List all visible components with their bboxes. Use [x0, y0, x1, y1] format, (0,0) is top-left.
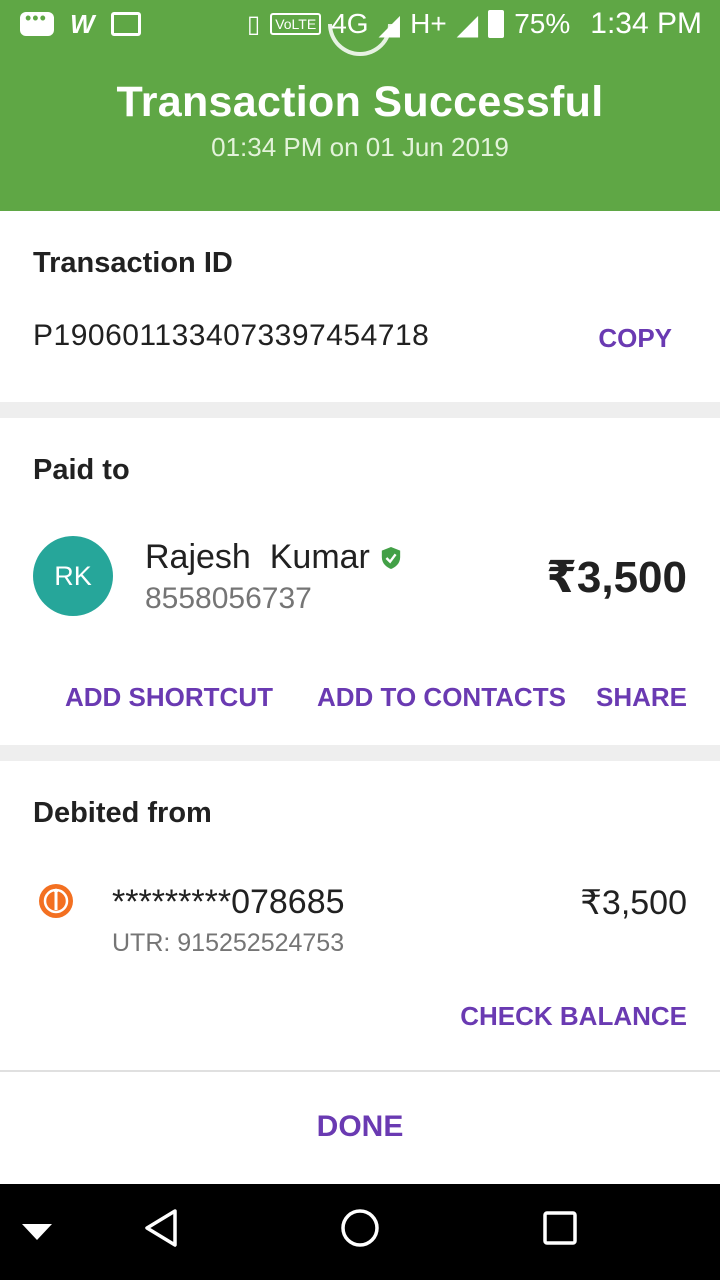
account-number: *********078685	[112, 883, 345, 921]
recents-icon[interactable]	[542, 1208, 578, 1248]
copy-button[interactable]: COPY	[598, 323, 672, 354]
vibrate-icon: ▯	[246, 10, 261, 38]
success-header: Transaction Successful 01:34 PM on 01 Ju…	[0, 24, 720, 211]
add-to-contacts-button[interactable]: ADD TO CONTACTS	[317, 682, 566, 713]
transaction-id-label: Transaction ID	[33, 247, 233, 279]
chevron-down-icon[interactable]	[22, 1224, 52, 1240]
debited-from-section: Debited from *********078685 UTR: 915252…	[0, 761, 720, 1070]
debited-amount: ₹3,500	[580, 884, 687, 922]
check-balance-button[interactable]: CHECK BALANCE	[460, 1001, 687, 1032]
transaction-timestamp: 01:34 PM on 01 Jun 2019	[211, 132, 509, 162]
back-icon[interactable]	[143, 1208, 179, 1248]
clock: 1:34 PM	[590, 7, 702, 40]
wallet-icon: W	[70, 8, 95, 39]
paid-to-label: Paid to	[33, 454, 130, 486]
signal-icon-2: ◢	[456, 8, 479, 40]
payee-name-row: Rajesh Kumar	[145, 538, 402, 577]
navigation-bar	[0, 1184, 720, 1280]
divider	[0, 745, 720, 761]
battery-percent: 75%	[514, 8, 571, 39]
debited-from-label: Debited from	[33, 797, 212, 829]
home-icon[interactable]	[340, 1208, 380, 1248]
success-check-icon	[328, 24, 392, 56]
verified-icon	[381, 546, 401, 569]
avatar: RK	[33, 536, 113, 616]
chat-icon	[20, 8, 54, 36]
battery-icon	[488, 10, 505, 38]
bank-logo-icon	[39, 884, 73, 918]
utr-number: UTR: 915252524753	[112, 929, 345, 957]
share-button[interactable]: SHARE	[596, 682, 687, 713]
transaction-id-value: P1906011334073397454718	[33, 319, 430, 352]
payee-name: Rajesh Kumar	[145, 538, 370, 576]
signal-h-label: H+	[410, 8, 447, 39]
add-shortcut-button[interactable]: ADD SHORTCUT	[65, 682, 273, 713]
paid-amount: ₹3,500	[546, 553, 687, 602]
transaction-id-section: Transaction ID P1906011334073397454718 C…	[0, 211, 720, 402]
done-button[interactable]: DONE	[0, 1110, 720, 1144]
page-title: Transaction Successful	[116, 78, 604, 126]
paid-to-section: Paid to RK Rajesh Kumar 8558056737 ₹3,50…	[0, 418, 720, 745]
payee-phone: 8558056737	[145, 582, 312, 615]
divider	[0, 402, 720, 418]
footer-divider	[0, 1070, 720, 1072]
mail-icon	[110, 12, 141, 36]
volte-label: VoLTE	[270, 13, 322, 35]
